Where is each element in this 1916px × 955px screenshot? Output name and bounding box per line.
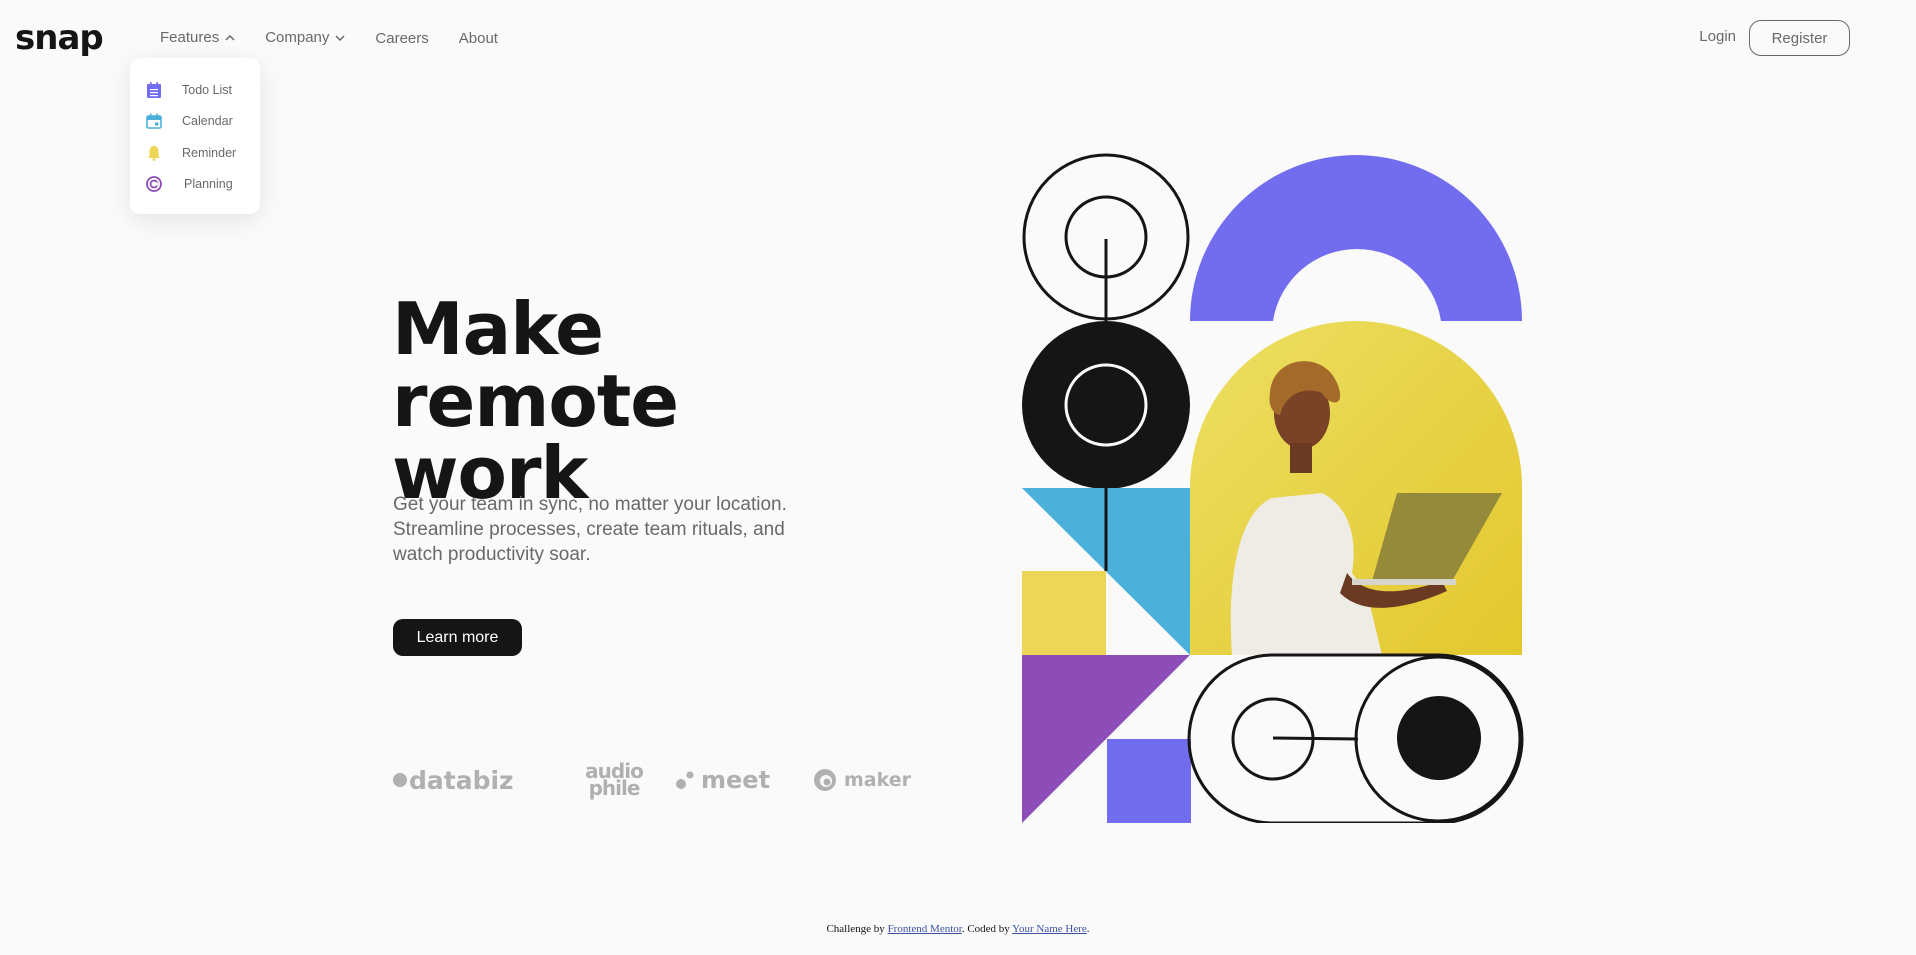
nav-features[interactable]: Features xyxy=(160,29,235,46)
nav-features-label: Features xyxy=(160,29,220,46)
todo-list-icon xyxy=(146,81,162,98)
hero-photo xyxy=(1190,321,1522,655)
purple-arch xyxy=(1190,155,1522,321)
databiz-dot xyxy=(393,773,407,787)
menu-item-calendar[interactable]: Calendar xyxy=(146,106,244,138)
menu-item-label: Reminder xyxy=(182,145,237,160)
register-button[interactable]: Register xyxy=(1749,20,1850,56)
hero-illustration xyxy=(1022,153,1524,823)
menu-item-reminder[interactable]: Reminder xyxy=(146,137,244,169)
menu-item-planning[interactable]: Planning xyxy=(146,169,244,201)
pill-connector xyxy=(1272,736,1359,741)
client-logos: databiz audio phile meet maker xyxy=(393,759,911,800)
features-dropdown: Todo List Calendar Reminder Planning xyxy=(130,58,260,214)
menu-item-label: Calendar xyxy=(182,114,233,129)
login-link[interactable]: Login xyxy=(1699,28,1736,45)
calendar-icon xyxy=(146,113,162,130)
maker-logo: maker xyxy=(812,767,911,793)
nav-about[interactable]: About xyxy=(459,30,498,47)
nav-company[interactable]: Company xyxy=(265,29,345,46)
chevron-up-icon xyxy=(225,34,235,41)
menu-item-todo-list[interactable]: Todo List xyxy=(146,74,244,106)
black-circle xyxy=(1022,321,1190,489)
yellow-square xyxy=(1022,571,1106,655)
nav-company-label: Company xyxy=(265,29,330,46)
pill-right-dot xyxy=(1397,696,1481,780)
hero-title-line1: Make remote xyxy=(392,287,679,443)
meet-dots-icon xyxy=(676,771,694,789)
meet-logo: meet xyxy=(675,766,812,794)
person-neck xyxy=(1290,443,1312,473)
hero-subtitle: Get your team in sync, no matter your lo… xyxy=(393,494,787,565)
attribution-footer: Challenge by Frontend Mentor. Coded by Y… xyxy=(826,923,1090,935)
snap-logo[interactable]: snap xyxy=(15,18,104,58)
purple-square xyxy=(1107,739,1191,823)
maker-mark-icon xyxy=(814,769,836,791)
chevron-down-icon xyxy=(335,34,345,41)
main-nav: Features Company Careers About xyxy=(160,28,528,47)
learn-more-button[interactable]: Learn more xyxy=(393,619,522,656)
menu-item-label: Planning xyxy=(184,177,233,192)
audiophile-logo: audio phile xyxy=(585,759,644,800)
bell-icon xyxy=(146,145,162,161)
nav-careers[interactable]: Careers xyxy=(375,30,428,47)
menu-item-label: Todo List xyxy=(182,82,233,97)
frontend-mentor-link[interactable]: Frontend Mentor xyxy=(888,923,962,935)
author-link[interactable]: Your Name Here xyxy=(1012,923,1087,935)
hero-title: Make remote work xyxy=(392,293,912,509)
laptop-base xyxy=(1352,579,1456,585)
databiz-logo: databiz xyxy=(393,766,553,795)
planning-icon xyxy=(146,176,162,193)
